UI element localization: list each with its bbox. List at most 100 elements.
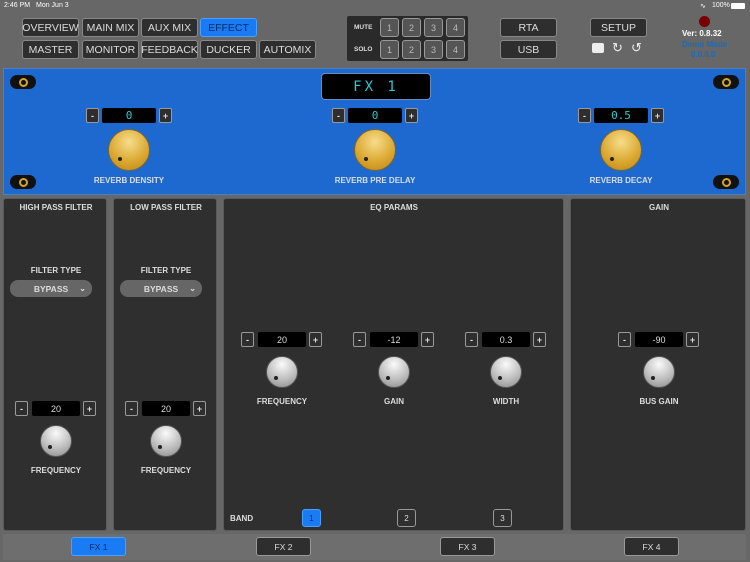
hpf-frequency-value[interactable]: 20 [32,401,80,416]
tab-monitor[interactable]: MONITOR [82,40,139,59]
usb-button[interactable]: USB [500,40,557,59]
fx-tab-4[interactable]: FX 4 [624,537,679,556]
eq-gain-value[interactable]: -12 [370,332,418,347]
band-button-2[interactable]: 2 [397,509,416,527]
decay-plus-button[interactable]: + [651,108,664,123]
mute-button-4[interactable]: 4 [446,18,465,37]
eq-title: EQ PARAMS [370,203,418,212]
eq-frequency-knob[interactable] [266,356,298,388]
fx-title-display: FX 1 [321,73,431,100]
reset-icon[interactable]: ↻ [612,40,623,56]
mute-solo-group: MUTE SOLO 1 2 3 4 1 2 3 4 [347,16,468,61]
tab-aux-mix[interactable]: AUX MIX [141,18,198,37]
tab-overview[interactable]: OVERVIEW [22,18,79,37]
mute-label: MUTE [354,24,373,31]
chevron-down-icon: ⌄ [189,284,196,293]
solo-button-4[interactable]: 4 [446,40,465,59]
history-icon[interactable]: ↺ [631,40,642,56]
tab-feedback[interactable]: FEEDBACK [141,40,198,59]
folder-icon[interactable] [592,43,604,53]
lpf-minus-button[interactable]: - [125,401,138,416]
tab-main-mix[interactable]: MAIN MIX [82,18,139,37]
hpf-filter-type-value: BYPASS [33,283,69,294]
lpf-filter-type-value: BYPASS [143,283,179,294]
solo-label: SOLO [354,46,373,53]
solo-button-3[interactable]: 3 [424,40,443,59]
mute-button-1[interactable]: 1 [380,18,399,37]
lpf-filter-type-label: FILTER TYPE [140,266,192,275]
eq-width-knob[interactable] [490,356,522,388]
fx-tab-3[interactable]: FX 3 [440,537,495,556]
eq-width-value[interactable]: 0.3 [482,332,530,347]
eq-gain-plus-button[interactable]: + [421,332,434,347]
hpf-minus-button[interactable]: - [15,401,28,416]
bus-gain-plus-button[interactable]: + [686,332,699,347]
band-button-1[interactable]: 1 [302,509,321,527]
hpf-title: HIGH PASS FILTER [19,203,93,212]
jack-icon [713,75,739,89]
tab-automix[interactable]: AUTOMIX [259,40,316,59]
hpf-filter-type-label: FILTER TYPE [30,266,82,275]
status-indicator [699,16,710,27]
fx-tab-bar: FX 1 FX 2 FX 3 FX 4 [3,534,746,560]
eq-gain-minus-button[interactable]: - [353,332,366,347]
eq-width-plus-button[interactable]: + [533,332,546,347]
predelay-minus-button[interactable]: - [332,108,345,123]
reverb-density-knob[interactable] [108,129,150,171]
battery-icon [731,3,745,9]
reverb-density-label: REVERB DENSITY [93,176,165,185]
reverb-decay-knob[interactable] [600,129,642,171]
hpf-frequency-knob[interactable] [40,425,72,457]
eq-gain-label: GAIN [384,397,404,406]
lpf-filter-type-select[interactable]: BYPASS ⌄ [120,280,202,297]
bus-gain-knob[interactable] [643,356,675,388]
eq-frequency-label: FREQUENCY [256,397,308,406]
lpf-frequency-knob[interactable] [150,425,182,457]
bus-gain-minus-button[interactable]: - [618,332,631,347]
battery-level: 100% [712,2,730,9]
eq-frequency-plus-button[interactable]: + [309,332,322,347]
setup-button[interactable]: SETUP [590,18,647,37]
wifi-icon: ∿ [700,3,706,10]
density-minus-button[interactable]: - [86,108,99,123]
rta-button[interactable]: RTA [500,18,557,37]
bus-gain-label: BUS GAIN [639,397,679,406]
eq-width-minus-button[interactable]: - [465,332,478,347]
hpf-frequency-label: FREQUENCY [30,466,82,475]
gain-panel: GAIN - -90 + BUS GAIN [570,198,746,531]
solo-button-1[interactable]: 1 [380,40,399,59]
lpf-frequency-value[interactable]: 20 [142,401,190,416]
fx-panel: FX 1 - 0 + REVERB DENSITY - 0 + REVERB P… [3,68,746,195]
predelay-plus-button[interactable]: + [405,108,418,123]
eq-params-panel: EQ PARAMS - 20 + FREQUENCY - -12 + GAIN … [223,198,564,531]
density-plus-button[interactable]: + [159,108,172,123]
hpf-filter-type-select[interactable]: BYPASS ⌄ [10,280,92,297]
tab-effect[interactable]: EFFECT [200,18,257,37]
reverb-decay-label: REVERB DECAY [589,176,653,185]
reverb-pre-delay-knob[interactable] [354,129,396,171]
status-time: 2:46 PM [4,2,31,9]
decay-minus-button[interactable]: - [578,108,591,123]
gain-title: GAIN [649,203,669,212]
low-pass-filter-panel: LOW PASS FILTER FILTER TYPE BYPASS ⌄ - 20… [113,198,217,531]
predelay-value[interactable]: 0 [348,108,402,123]
lpf-plus-button[interactable]: + [193,401,206,416]
fx-tab-2[interactable]: FX 2 [256,537,311,556]
eq-frequency-value[interactable]: 20 [258,332,306,347]
eq-width-label: WIDTH [492,397,520,406]
mute-button-2[interactable]: 2 [402,18,421,37]
tab-ducker[interactable]: DUCKER [200,40,257,59]
ip-text: 0.0.0.0 [691,50,716,59]
bus-gain-value[interactable]: -90 [635,332,683,347]
band-button-3[interactable]: 3 [493,509,512,527]
eq-gain-knob[interactable] [378,356,410,388]
decay-value[interactable]: 0.5 [594,108,648,123]
fx-tab-1[interactable]: FX 1 [71,537,126,556]
tab-master[interactable]: MASTER [22,40,79,59]
mute-button-3[interactable]: 3 [424,18,443,37]
eq-frequency-minus-button[interactable]: - [241,332,254,347]
density-value[interactable]: 0 [102,108,156,123]
solo-button-2[interactable]: 2 [402,40,421,59]
jack-icon [713,175,739,189]
hpf-plus-button[interactable]: + [83,401,96,416]
